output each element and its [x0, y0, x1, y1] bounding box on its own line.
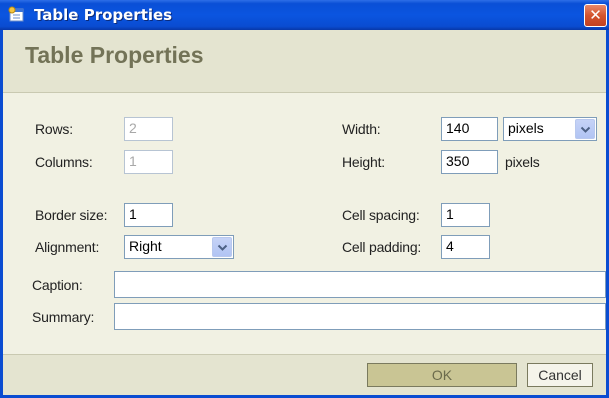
chevron-down-icon	[217, 244, 228, 251]
alignment-selected-value: Right	[129, 238, 162, 254]
caption-input[interactable]	[114, 271, 606, 298]
window-app-icon	[8, 6, 26, 24]
caption-label: Caption:	[32, 277, 83, 293]
window-title: Table Properties	[34, 6, 173, 24]
ok-button[interactable]: OK	[367, 363, 517, 387]
height-input[interactable]: 350	[441, 150, 498, 174]
border-size-input[interactable]: 1	[124, 203, 173, 227]
cell-spacing-input[interactable]: 1	[441, 203, 490, 227]
alignment-select[interactable]: Right	[124, 235, 234, 259]
cell-padding-label: Cell padding:	[342, 239, 422, 255]
width-input[interactable]: 140	[441, 117, 498, 141]
summary-input[interactable]	[114, 303, 606, 330]
close-icon: ✕	[589, 6, 602, 24]
width-unit-select[interactable]: pixels	[503, 117, 597, 141]
alignment-label: Alignment:	[35, 239, 100, 255]
close-button[interactable]: ✕	[584, 4, 607, 27]
cell-spacing-label: Cell spacing:	[342, 207, 420, 223]
width-label: Width:	[342, 121, 381, 137]
dialog-body: Table Properties Rows: 2 Columns: 1 Bord…	[0, 30, 609, 398]
columns-input[interactable]: 1	[124, 150, 173, 174]
page-title: Table Properties	[25, 42, 204, 68]
dialog-footer: OK Cancel	[3, 354, 606, 395]
cancel-button[interactable]: Cancel	[527, 363, 593, 387]
border-size-label: Border size:	[35, 207, 108, 223]
height-unit-label: pixels	[505, 154, 540, 170]
alignment-dropdown-button[interactable]	[212, 237, 232, 257]
width-unit-dropdown-button[interactable]	[575, 119, 595, 139]
height-label: Height:	[342, 154, 385, 170]
window-titlebar[interactable]: Table Properties ✕	[0, 0, 609, 30]
dialog-header: Table Properties	[3, 30, 606, 93]
rows-input[interactable]: 2	[124, 117, 173, 141]
cell-padding-input[interactable]: 4	[441, 235, 490, 259]
rows-label: Rows:	[35, 121, 73, 137]
chevron-down-icon	[580, 126, 591, 133]
width-unit-selected-value: pixels	[508, 120, 544, 136]
columns-label: Columns:	[35, 154, 93, 170]
summary-label: Summary:	[32, 309, 95, 325]
